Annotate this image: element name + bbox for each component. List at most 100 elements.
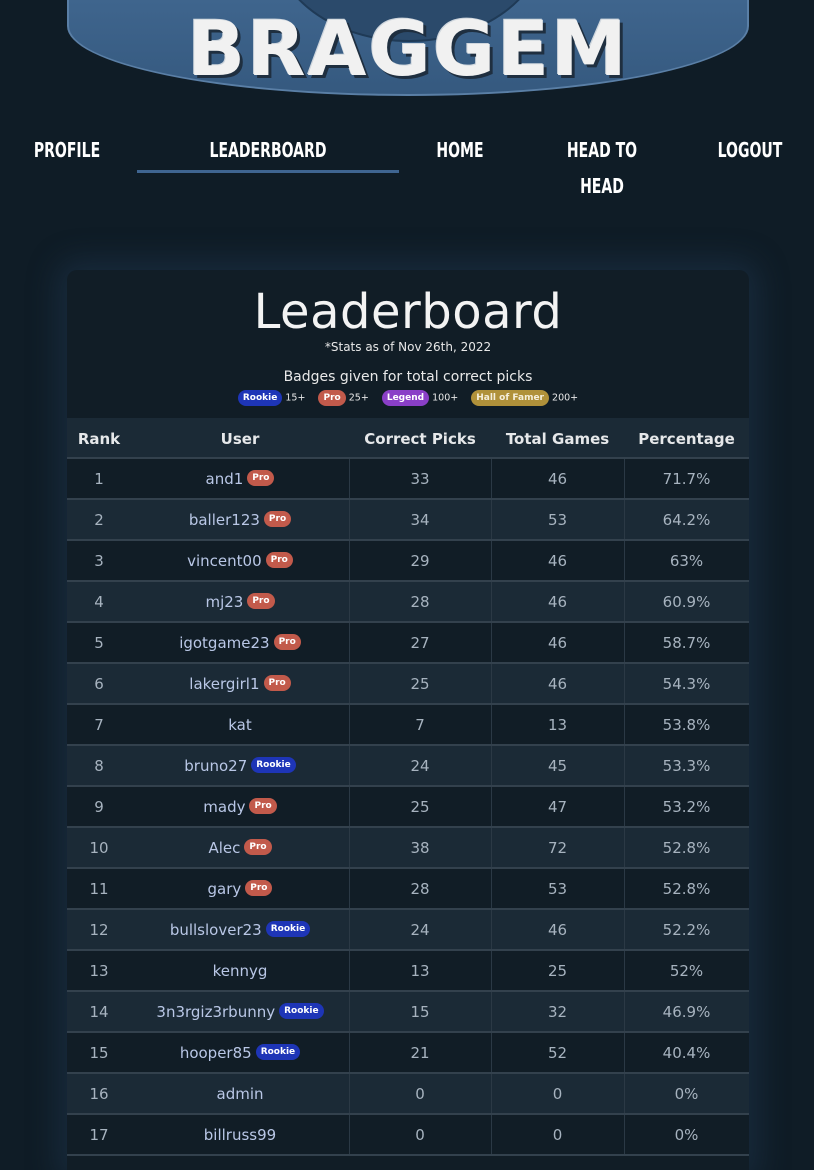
column-header-rank[interactable]: Rank (67, 418, 131, 459)
column-header-percentage[interactable]: Percentage (624, 418, 749, 459)
rank-cell: 7 (94, 716, 104, 734)
rank-cell: 16 (89, 1085, 109, 1103)
nav-logout[interactable]: LOGOUT (711, 132, 789, 168)
table-row: 17 billruss99 0 0 0% (67, 1115, 749, 1156)
total-games-cell: 47 (547, 798, 568, 816)
rank-cell: 1 (94, 470, 104, 488)
column-header-user[interactable]: User (131, 418, 349, 459)
table-row: 9 mady Pro 25 47 53.2% (67, 787, 749, 828)
rank-cell: 17 (89, 1126, 109, 1144)
total-games-cell: 53 (547, 511, 568, 529)
username-link[interactable]: gary (208, 880, 242, 898)
nav-profile[interactable]: PROFILE (28, 132, 106, 168)
total-games-cell: 46 (547, 593, 568, 611)
pro-badge: Pro (273, 633, 301, 650)
nav-head-to-head[interactable]: HEAD TO HEAD (554, 132, 651, 204)
username-link[interactable]: bruno27 (184, 757, 247, 775)
username-link[interactable]: mady (203, 798, 245, 816)
table-body: 1 and1 Pro 33 46 71.7% 2 baller123 Pro 34 53 64.2% 3… (67, 459, 749, 1156)
legend-entry-hall-of-famer: Hall of Famer 200+ (471, 390, 578, 406)
table-row: 5 igotgame23 Pro 27 46 58.7% (67, 623, 749, 664)
column-divider (491, 869, 492, 908)
rookie-badge: Rookie (265, 920, 311, 937)
username-link[interactable]: kat (228, 716, 252, 734)
percentage-cell: 64.2% (662, 511, 711, 529)
legend-entry-rookie: Rookie 15+ (237, 390, 305, 406)
nav-leaderboard[interactable]: LEADERBOARD (166, 132, 370, 168)
username-link[interactable]: Alec (208, 839, 240, 857)
username-link[interactable]: igotgame23 (179, 634, 269, 652)
pro-badge: Pro (247, 469, 275, 486)
column-divider (624, 869, 625, 908)
username-link[interactable]: bullslover23 (170, 921, 262, 939)
rank-cell: 12 (89, 921, 109, 939)
nav-home[interactable]: HOME (421, 132, 499, 168)
percentage-cell: 63% (669, 552, 704, 570)
pro-badge: Pro (244, 838, 272, 855)
username-link[interactable]: admin (217, 1085, 264, 1103)
username-link[interactable]: baller123 (189, 511, 260, 529)
rank-cell: 4 (94, 593, 104, 611)
user-cell: baller123 Pro (131, 500, 349, 539)
pro-badge: Pro (247, 592, 275, 609)
rank-cell: 11 (89, 880, 109, 898)
percentage-cell: 53.8% (662, 716, 711, 734)
total-games-cell: 45 (547, 757, 568, 775)
percentage-cell: 71.7% (662, 470, 711, 488)
username-link[interactable]: kennyg (213, 962, 268, 980)
table-header: Rank User Correct Picks Total Games Perc… (67, 418, 749, 459)
username-link[interactable]: mj23 (205, 593, 243, 611)
column-divider (491, 705, 492, 744)
column-header-correct-picks[interactable]: Correct Picks (349, 418, 491, 459)
column-header-total-games[interactable]: Total Games (491, 418, 624, 459)
column-divider (491, 541, 492, 580)
pro-badge: Pro (318, 390, 346, 406)
rookie-badge: Rookie (237, 390, 283, 406)
username-link[interactable]: 3n3rgiz3rbunny (156, 1003, 275, 1021)
pro-badge: Pro (263, 674, 291, 691)
total-games-cell: 53 (547, 880, 568, 898)
username-link[interactable]: hooper85 (180, 1044, 252, 1062)
percentage-cell: 60.9% (662, 593, 711, 611)
percentage-cell: 54.3% (662, 675, 711, 693)
user-cell: 3n3rgiz3rbunny Rookie (131, 992, 349, 1031)
column-divider (624, 500, 625, 539)
user-cell: kat (131, 705, 349, 744)
username-link[interactable]: and1 (206, 470, 244, 488)
badge-legend: Rookie 15+ Pro 25+ Legend 100+ Hall of F… (67, 390, 749, 406)
correct-picks-cell: 24 (410, 757, 430, 775)
table-row: 10 Alec Pro 38 72 52.8% (67, 828, 749, 869)
leaderboard-title: Leaderboard (253, 284, 563, 340)
column-divider (624, 992, 625, 1031)
column-divider (491, 746, 492, 785)
badge-note: Badges given for total correct picks (283, 369, 533, 385)
table-row: 14 3n3rgiz3rbunny Rookie 15 32 46.9% (67, 992, 749, 1033)
correct-picks-cell: 25 (410, 798, 430, 816)
logo-text: BRAGGEM (187, 4, 629, 93)
legend-badge: Legend (381, 390, 430, 406)
user-cell: mj23 Pro (131, 582, 349, 621)
user-cell: Alec Pro (131, 828, 349, 867)
username-link[interactable]: billruss99 (204, 1126, 276, 1144)
active-nav-indicator (137, 170, 399, 173)
user-cell: lakergirl1 Pro (131, 664, 349, 703)
user-cell: kennyg (131, 951, 349, 990)
total-games-cell: 0 (552, 1085, 563, 1103)
username-link[interactable]: vincent00 (187, 552, 262, 570)
column-divider (624, 828, 625, 867)
column-divider (624, 459, 625, 498)
correct-picks-cell: 0 (415, 1126, 425, 1144)
username-link[interactable]: lakergirl1 (189, 675, 259, 693)
total-games-cell: 46 (547, 921, 568, 939)
column-divider (349, 746, 350, 785)
column-divider (349, 664, 350, 703)
rank-cell: 5 (94, 634, 104, 652)
table-row: 15 hooper85 Rookie 21 52 40.4% (67, 1033, 749, 1074)
pro-badge: Pro (265, 551, 293, 568)
rank-cell: 13 (89, 962, 109, 980)
percentage-cell: 46.9% (662, 1003, 711, 1021)
percentage-cell: 0% (674, 1126, 699, 1144)
column-divider (491, 623, 492, 662)
percentage-cell: 52% (669, 962, 704, 980)
pro-badge: Pro (249, 797, 277, 814)
